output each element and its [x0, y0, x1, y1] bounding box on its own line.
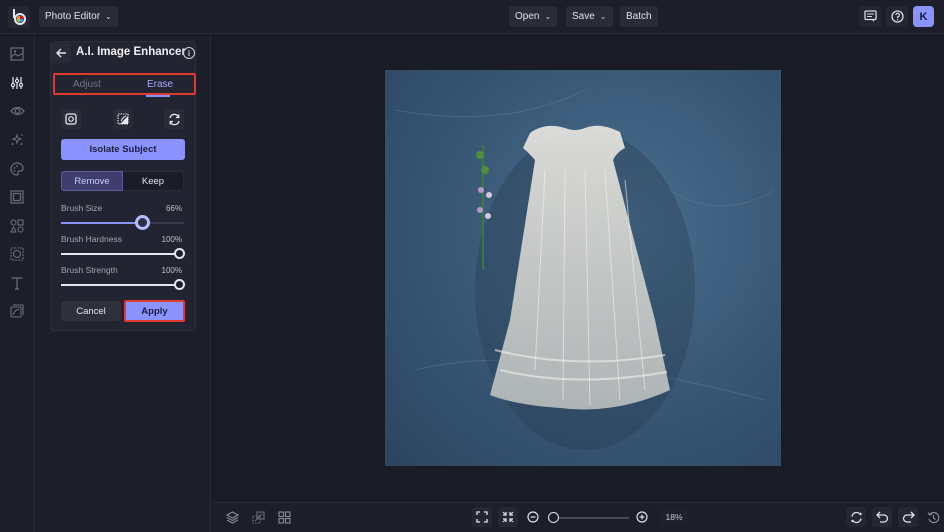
christening-gown-photo	[394, 89, 776, 450]
reset-button[interactable]	[164, 109, 184, 129]
cancel-button[interactable]: Cancel	[61, 301, 121, 321]
apply-button[interactable]: Apply	[124, 300, 185, 322]
sidebar-item-artsy[interactable]	[8, 160, 26, 178]
compare-button[interactable]	[248, 507, 268, 527]
brush-hardness-slider[interactable]	[61, 248, 185, 259]
sparkles-icon	[11, 133, 23, 145]
text-icon	[11, 277, 23, 290]
history-icon	[927, 511, 939, 523]
expand-icon	[476, 511, 488, 523]
photo-editor-label: Photo Editor	[45, 11, 101, 22]
sidebar-item-adjust[interactable]	[8, 74, 26, 92]
sidebar-item-frames[interactable]	[8, 188, 26, 206]
help-icon	[890, 10, 904, 23]
textures-icon	[10, 304, 24, 318]
top-bar	[0, 0, 944, 34]
zoom-out-button[interactable]	[523, 507, 543, 527]
batch-label: Batch	[626, 11, 652, 22]
zoom-in-icon	[636, 511, 648, 523]
reset-icon	[168, 113, 180, 125]
brush-hardness-value: 100%	[161, 235, 182, 244]
sidebar-item-overlays[interactable]	[8, 245, 26, 263]
chevron-down-icon: ⌄	[599, 12, 607, 21]
sidebar-item-image[interactable]	[8, 45, 26, 63]
layers-icon	[225, 510, 239, 524]
eye-icon	[9, 106, 25, 116]
rotate-button[interactable]	[846, 507, 866, 527]
slider-thumb[interactable]	[174, 248, 185, 259]
open-menu-button[interactable]: Open ⌄	[509, 6, 558, 27]
remove-mode-button[interactable]: Remove	[61, 171, 123, 191]
brush-size-value: 66%	[165, 204, 182, 213]
sidebar-item-text[interactable]	[8, 274, 26, 292]
brush-strength-slider[interactable]	[61, 279, 185, 290]
tab-adjust[interactable]: Adjust	[73, 79, 101, 90]
brush-tool-icon	[65, 113, 77, 125]
zoom-out-icon	[527, 511, 539, 523]
save-menu-button[interactable]: Save ⌄	[566, 6, 613, 27]
photo-editor-menu[interactable]: Photo Editor ⌄	[39, 6, 118, 27]
isolate-subject-button[interactable]: Isolate Subject	[61, 139, 185, 160]
image-icon	[10, 47, 24, 61]
zoom-slider-thumb[interactable]	[547, 512, 559, 523]
slider-thumb[interactable]	[134, 215, 150, 230]
grid-icon	[277, 510, 291, 524]
info-icon[interactable]: i	[183, 47, 195, 59]
fit-to-screen-button[interactable]	[472, 507, 492, 527]
compress-icon	[502, 511, 514, 523]
brush-hardness-label: Brush Hardness	[61, 234, 122, 244]
overlay-icon	[10, 247, 24, 261]
slider-fill	[61, 222, 143, 224]
back-button[interactable]	[51, 43, 71, 63]
tab-erase[interactable]: Erase	[147, 79, 173, 90]
open-label: Open	[515, 11, 540, 22]
save-label: Save	[572, 11, 595, 22]
frame-icon	[10, 190, 24, 204]
panel-tabs: Adjust Erase	[53, 73, 196, 95]
history-button[interactable]	[923, 507, 943, 527]
compare-icon	[251, 510, 265, 524]
sliders-icon	[10, 77, 24, 89]
panel-title: A.I. Image Enhancer	[76, 46, 186, 58]
befunky-logo[interactable]	[8, 6, 30, 28]
zoom-in-button[interactable]	[632, 507, 652, 527]
sidebar-item-touch-up[interactable]	[8, 102, 26, 120]
zoom-level[interactable]: 18%	[660, 509, 688, 525]
slider-fill	[61, 253, 184, 255]
invert-icon	[117, 113, 129, 125]
brush-size-slider[interactable]	[61, 215, 184, 230]
brush-strength-value: 100%	[161, 266, 182, 275]
shapes-icon	[10, 219, 24, 233]
sidebar-item-effects[interactable]	[8, 131, 26, 149]
sidebar-item-graphics[interactable]	[8, 217, 26, 235]
slider-thumb[interactable]	[174, 279, 185, 290]
active-tab-indicator	[146, 95, 170, 97]
palette-icon	[10, 162, 24, 176]
invert-selection-button[interactable]	[113, 109, 133, 129]
refresh-icon	[850, 511, 862, 523]
grid-button[interactable]	[274, 507, 294, 527]
user-avatar[interactable]: K	[913, 6, 934, 27]
redo-icon	[902, 511, 915, 523]
chevron-down-icon: ⌄	[544, 12, 552, 21]
arrow-left-icon	[55, 48, 66, 58]
brush-tool-button[interactable]	[61, 109, 81, 129]
chevron-down-icon: ⌄	[105, 12, 112, 21]
undo-button[interactable]	[872, 507, 892, 527]
layers-button[interactable]	[222, 507, 242, 527]
brush-strength-label: Brush Strength	[61, 265, 118, 275]
feedback-button[interactable]	[859, 6, 881, 27]
actual-size-button[interactable]	[498, 507, 518, 527]
zoom-slider[interactable]	[549, 517, 629, 519]
undo-icon	[875, 511, 888, 523]
batch-button[interactable]: Batch	[620, 6, 658, 27]
slider-fill	[61, 284, 184, 286]
sidebar-item-textures[interactable]	[8, 302, 26, 320]
help-button[interactable]	[886, 6, 908, 27]
comment-icon	[863, 10, 877, 22]
keep-mode-button[interactable]: Keep	[123, 171, 184, 191]
redo-button[interactable]	[898, 507, 918, 527]
brush-size-label: Brush Size	[61, 203, 103, 213]
photo-canvas-image[interactable]	[385, 70, 781, 466]
